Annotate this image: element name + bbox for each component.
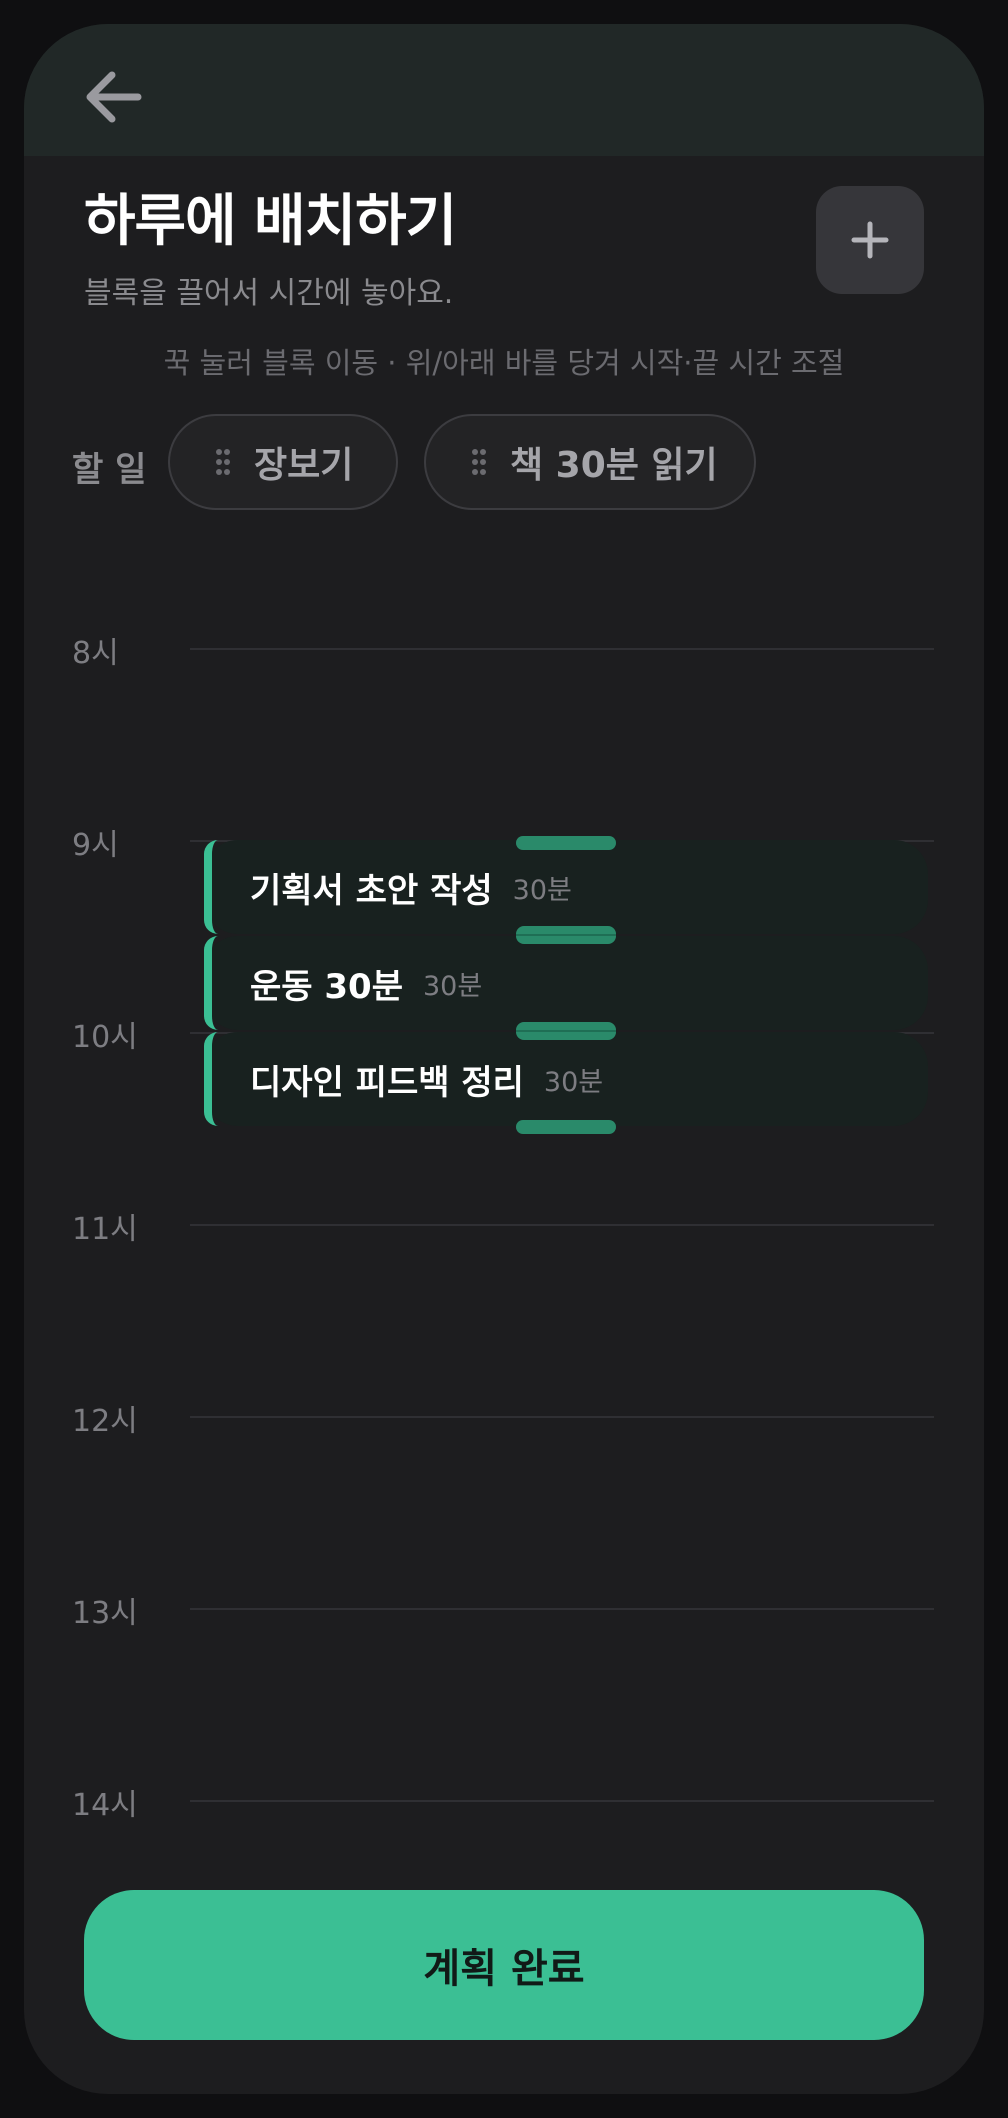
block-duration: 30분 — [512, 874, 572, 906]
todo-chip-label: 책 30분 읽기 — [510, 445, 718, 486]
page-title: 하루에 배치하기 — [84, 189, 457, 254]
hour-line — [190, 1608, 934, 1610]
usage-hint: 꾹 눌러 블록 이동 · 위/아래 바를 당겨 시작·끝 시간 조절 — [163, 346, 845, 380]
resize-handle-middle[interactable] — [516, 926, 616, 944]
schedule-block[interactable]: 운동 30분 30분 — [204, 936, 928, 1030]
todo-chip-groceries[interactable]: 장보기 — [168, 414, 398, 510]
drag-handle-icon — [472, 449, 486, 475]
app-screen: 하루에 배치하기 블록을 끌어서 시간에 놓아요. 꾹 눌러 블록 이동 · 위… — [24, 24, 984, 2094]
block-title: 기획서 초안 작성 — [250, 870, 493, 911]
schedule-block[interactable]: 기획서 초안 작성 30분 — [204, 840, 928, 934]
hour-label: 14시 — [72, 1788, 138, 1823]
drag-handle-icon — [216, 449, 230, 475]
hour-line — [190, 1416, 934, 1418]
todo-chip-reading[interactable]: 책 30분 읽기 — [424, 414, 756, 510]
hour-label: 13시 — [72, 1596, 138, 1631]
hour-label: 9시 — [72, 828, 119, 863]
arrow-left-icon — [86, 71, 142, 123]
block-title: 운동 30분 — [250, 966, 403, 1007]
block-duration: 30분 — [423, 970, 483, 1002]
todo-chip-label: 장보기 — [254, 445, 354, 486]
resize-handle-middle[interactable] — [516, 1022, 616, 1040]
hour-label: 8시 — [72, 636, 119, 671]
hour-label: 11시 — [72, 1212, 138, 1247]
back-button[interactable] — [78, 62, 158, 132]
resize-handle-bottom[interactable] — [516, 1120, 616, 1134]
block-title: 디자인 피드백 정리 — [250, 1062, 524, 1103]
todo-label: 할 일 — [72, 450, 147, 490]
page-subtitle: 블록을 끌어서 시간에 놓아요. — [84, 276, 454, 311]
hour-line — [190, 1800, 934, 1802]
schedule-block[interactable]: 디자인 피드백 정리 30분 — [204, 1032, 928, 1126]
hour-label: 10시 — [72, 1020, 138, 1055]
block-duration: 30분 — [543, 1066, 604, 1098]
add-block-button[interactable] — [816, 186, 924, 294]
top-bar — [24, 24, 984, 156]
hour-label: 12시 — [72, 1404, 138, 1439]
hour-line — [190, 648, 934, 650]
hour-line — [190, 1224, 934, 1226]
complete-plan-button[interactable]: 계획 완료 — [84, 1890, 924, 2040]
timeline: 8시 9시 10시 11시 12시 13시 14시 기획서 초안 작성 30분 … — [24, 564, 984, 1864]
resize-handle-top[interactable] — [516, 836, 616, 850]
plus-icon — [851, 221, 889, 259]
